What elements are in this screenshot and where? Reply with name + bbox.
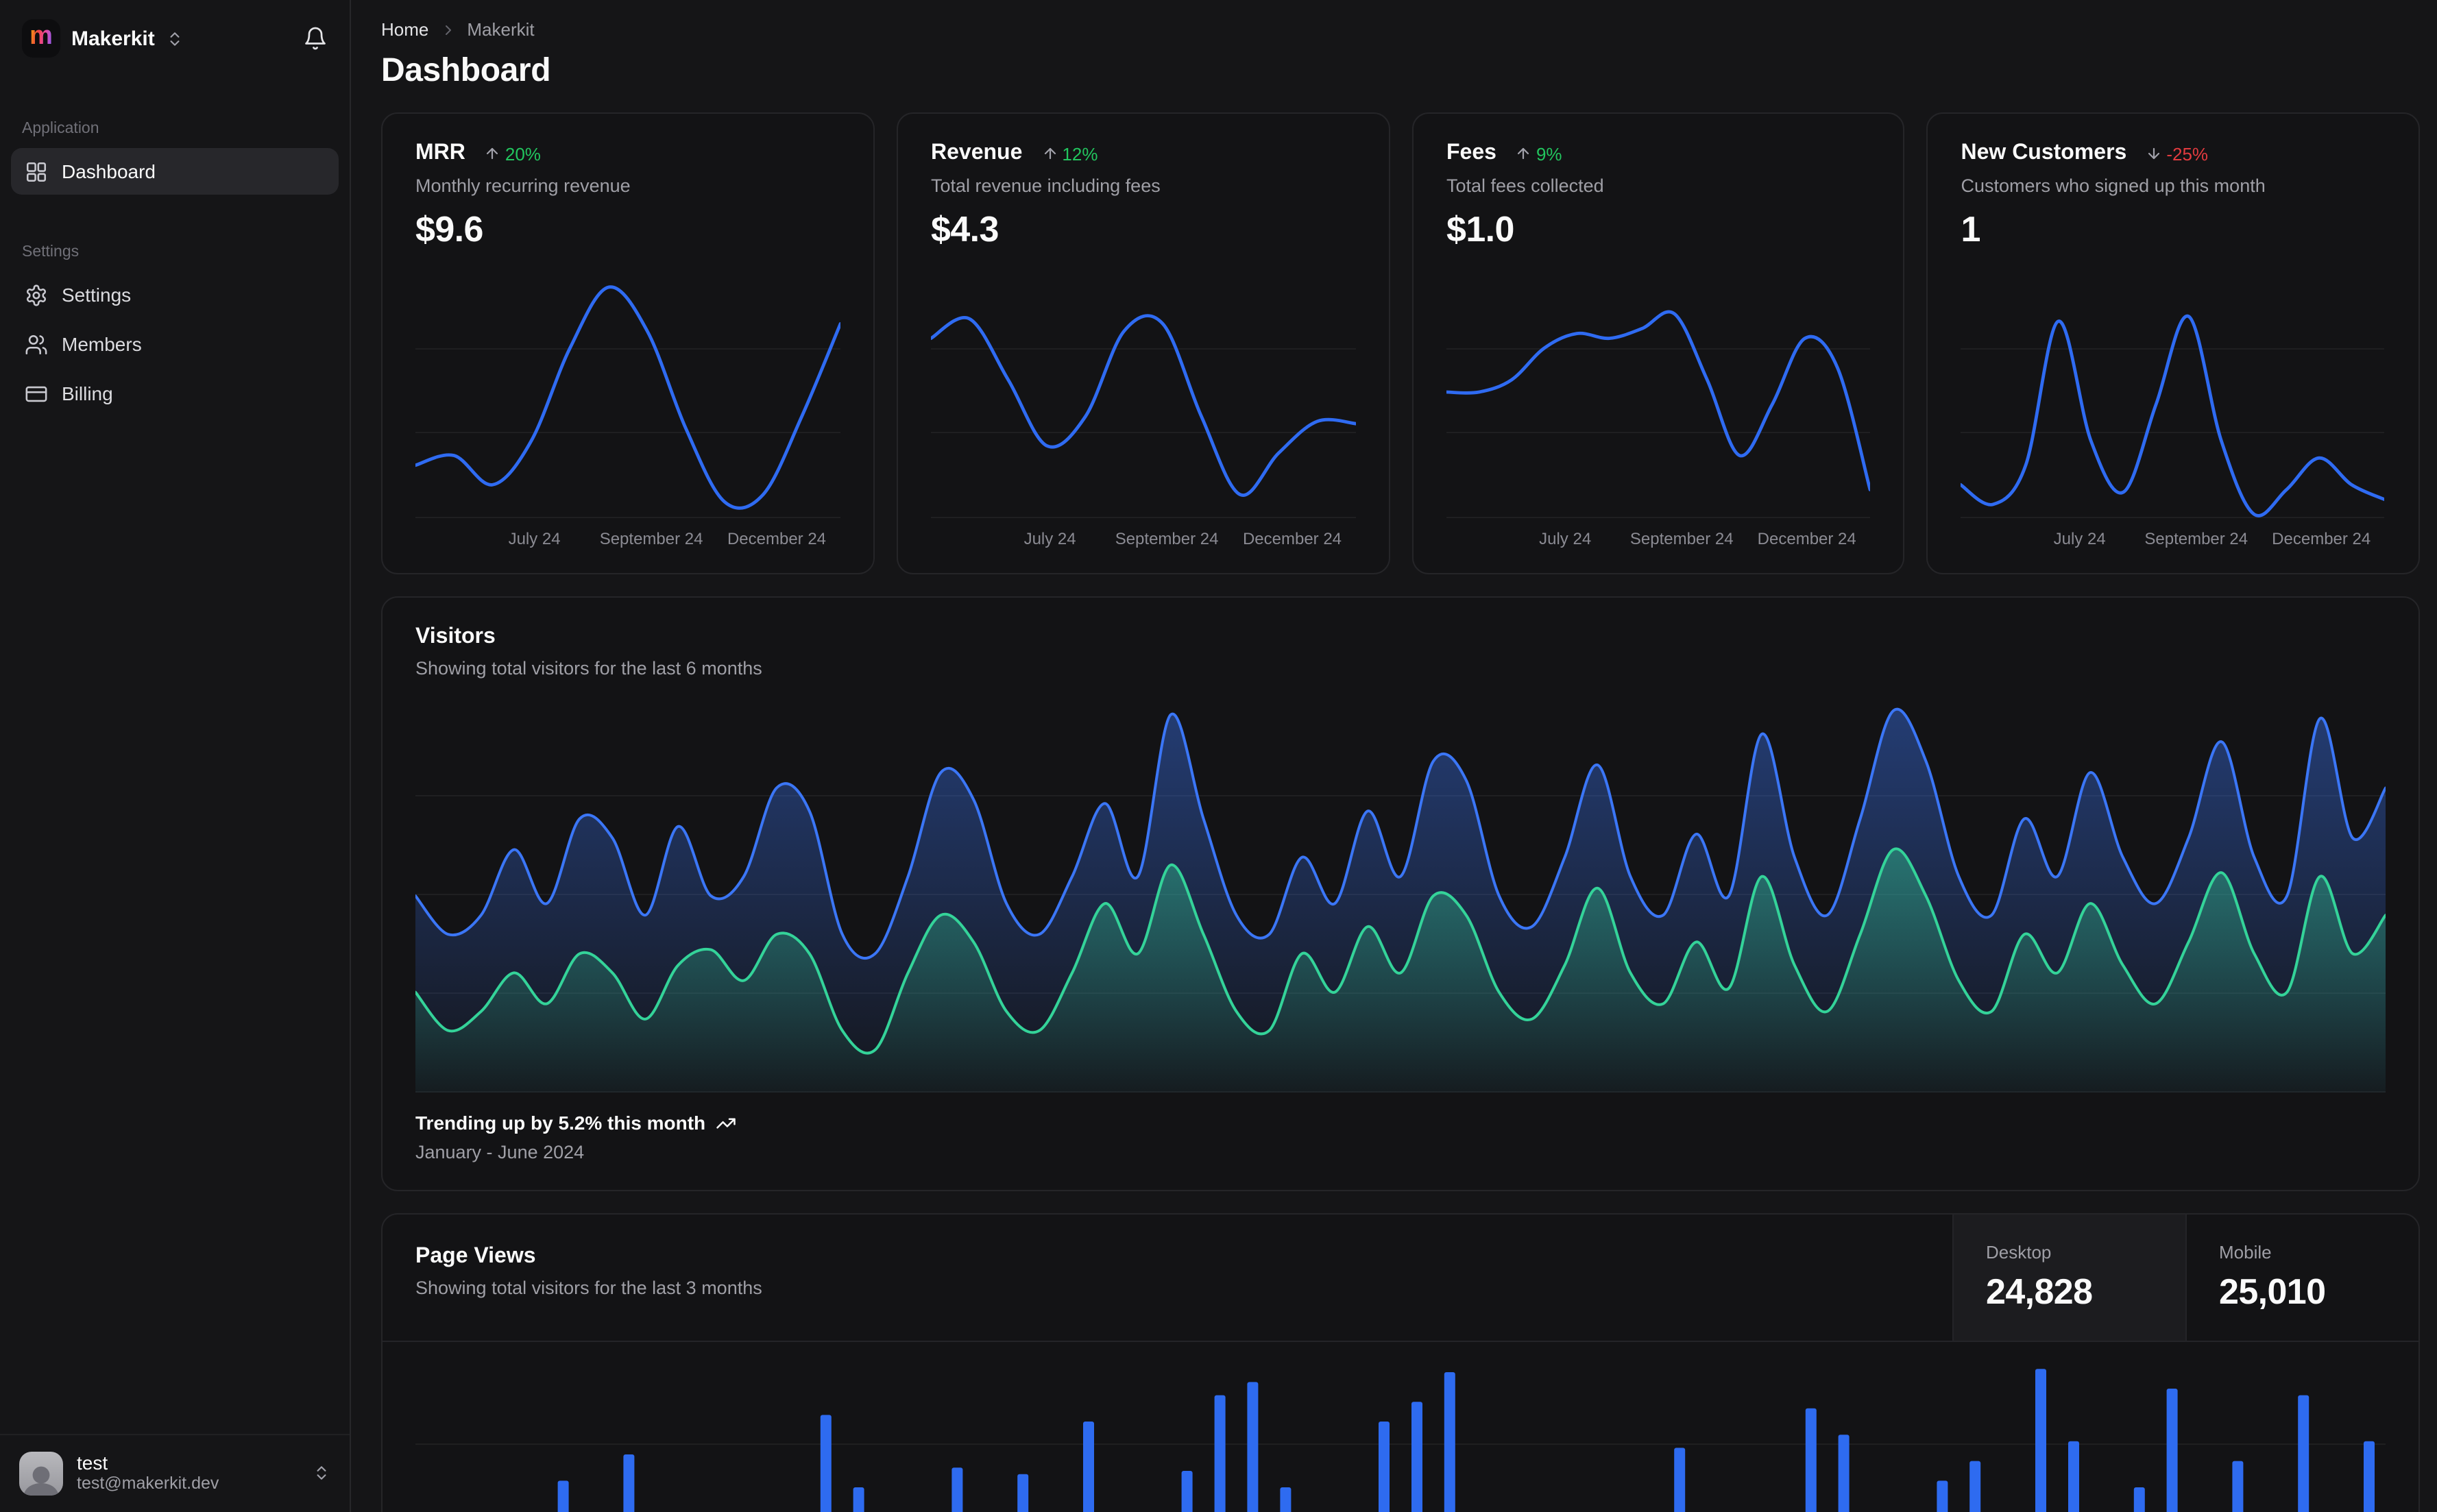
arrow-up-icon bbox=[1041, 145, 1058, 162]
sidebar-item-dashboard[interactable]: Dashboard bbox=[11, 148, 339, 195]
arrow-down-icon bbox=[2146, 145, 2162, 162]
chevrons-up-down-icon[interactable] bbox=[166, 29, 184, 47]
stat-card-fees: Fees 9% Total fees collected $1.0 July 2… bbox=[1412, 112, 1905, 575]
toggle-desktop[interactable]: Desktop 24,828 bbox=[1952, 1215, 2185, 1341]
workspace-name: Makerkit bbox=[71, 27, 155, 50]
trend-badge: 9% bbox=[1516, 143, 1562, 164]
sidebar-item-members[interactable]: Members bbox=[11, 321, 339, 367]
toggle-label: Mobile bbox=[2219, 1242, 2272, 1263]
stat-value: $9.6 bbox=[415, 208, 483, 250]
stat-value: $1.0 bbox=[1446, 208, 1514, 250]
stat-card-new-customers: New Customers -25% Customers who signed … bbox=[1926, 112, 2419, 575]
toggle-value: 25,010 bbox=[2219, 1271, 2326, 1313]
stat-value: $4.3 bbox=[931, 208, 999, 250]
stat-title: Fees bbox=[1446, 141, 1496, 165]
stat-value: 1 bbox=[1961, 208, 1981, 250]
page-views-header: Page Views Showing total visitors for th… bbox=[383, 1215, 2418, 1343]
breadcrumb-home-link[interactable]: Home bbox=[381, 19, 428, 40]
trend-badge: -25% bbox=[2146, 143, 2208, 164]
stat-description: Total fees collected bbox=[1446, 175, 1604, 197]
avatar bbox=[19, 1451, 63, 1496]
breadcrumb: Home Makerkit bbox=[381, 19, 2419, 40]
user-email: test@makerkit.dev bbox=[77, 1474, 219, 1493]
page-views-subtitle: Showing total visitors for the last 3 mo… bbox=[415, 1278, 762, 1299]
stat-title: MRR bbox=[415, 141, 465, 165]
stat-title: Revenue bbox=[931, 141, 1023, 165]
toggle-label: Desktop bbox=[1986, 1242, 2052, 1263]
chevrons-up-down-icon[interactable] bbox=[313, 1465, 330, 1483]
x-axis-labels: July 24 September 24 December 24 bbox=[1023, 529, 1342, 549]
visitors-footer: Trending up by 5.2% this month January -… bbox=[415, 1112, 2385, 1162]
sidebar: m Makerkit Application Dashboard Setting… bbox=[0, 0, 351, 1512]
stat-card-revenue: Revenue 12% Total revenue including fees… bbox=[897, 112, 1390, 575]
sidebar-item-settings[interactable]: Settings bbox=[11, 271, 339, 318]
visitors-area-chart bbox=[415, 698, 2386, 1093]
toggle-mobile[interactable]: Mobile 25,010 bbox=[2185, 1215, 2418, 1341]
page-views-bar-chart bbox=[415, 1356, 2386, 1512]
arrow-up-icon bbox=[1516, 145, 1532, 162]
makerkit-logo: m bbox=[22, 19, 60, 58]
breadcrumb-current: Makerkit bbox=[467, 19, 535, 40]
layout-dashboard-icon bbox=[25, 160, 48, 183]
chevron-right-icon bbox=[439, 21, 456, 38]
user-name: test bbox=[77, 1451, 108, 1474]
gear-icon bbox=[25, 283, 48, 306]
stat-title: New Customers bbox=[1961, 141, 2127, 165]
trend-badge: 12% bbox=[1041, 143, 1098, 164]
sidebar-nav: Application Dashboard Settings Settings bbox=[0, 58, 350, 419]
arrow-up-icon bbox=[485, 145, 501, 162]
page-title: Dashboard bbox=[381, 52, 551, 89]
mrr-line-chart bbox=[415, 265, 840, 519]
stat-description: Total revenue including fees bbox=[931, 175, 1161, 197]
user-menu[interactable]: test test@makerkit.dev bbox=[0, 1433, 350, 1512]
toggle-value: 24,828 bbox=[1986, 1271, 2093, 1313]
sidebar-item-billing[interactable]: Billing bbox=[11, 370, 339, 417]
visitors-subtitle: Showing total visitors for the last 6 mo… bbox=[415, 658, 762, 679]
sidebar-item-label: Members bbox=[62, 333, 142, 355]
trend-badge: 20% bbox=[485, 143, 541, 164]
stat-description: Monthly recurring revenue bbox=[415, 175, 631, 197]
visitors-title: Visitors bbox=[415, 625, 496, 649]
sidebar-item-label: Billing bbox=[62, 382, 113, 404]
sidebar-item-label: Settings bbox=[62, 284, 132, 306]
x-axis-labels: July 24 September 24 December 24 bbox=[508, 529, 827, 549]
user-info: test test@makerkit.dev bbox=[77, 1451, 219, 1496]
visitors-card: Visitors Showing total visitors for the … bbox=[381, 596, 2419, 1192]
stat-description: Customers who signed up this month bbox=[1961, 175, 2266, 197]
visitors-trend-text: Trending up by 5.2% this month bbox=[415, 1112, 706, 1134]
trending-up-icon bbox=[715, 1112, 736, 1133]
visitors-date-range: January - June 2024 bbox=[415, 1142, 585, 1163]
dashboard-page: m Makerkit Application Dashboard Setting… bbox=[0, 0, 2437, 1512]
new-customers-line-chart bbox=[1961, 265, 2386, 519]
revenue-line-chart bbox=[931, 265, 1356, 519]
nav-section-label: Application bbox=[22, 121, 99, 137]
bell-icon[interactable] bbox=[303, 26, 328, 51]
stat-card-mrr: MRR 20% Monthly recurring revenue $9.6 J… bbox=[381, 112, 875, 575]
fees-line-chart bbox=[1446, 265, 1871, 519]
stat-cards-row: MRR 20% Monthly recurring revenue $9.6 J… bbox=[381, 112, 2419, 575]
page-views-title: Page Views bbox=[415, 1245, 536, 1269]
main-content: Home Makerkit Dashboard MRR 20% Monthly … bbox=[351, 0, 2437, 1512]
nav-section-label: Settings bbox=[22, 244, 80, 260]
credit-card-icon bbox=[25, 382, 48, 405]
page-views-card: Page Views Showing total visitors for th… bbox=[381, 1213, 2419, 1512]
x-axis-labels: July 24 September 24 December 24 bbox=[2053, 529, 2371, 549]
x-axis-labels: July 24 September 24 December 24 bbox=[1539, 529, 1856, 549]
sidebar-item-label: Dashboard bbox=[62, 160, 156, 182]
users-icon bbox=[25, 332, 48, 356]
workspace-switcher[interactable]: m Makerkit bbox=[0, 0, 350, 58]
